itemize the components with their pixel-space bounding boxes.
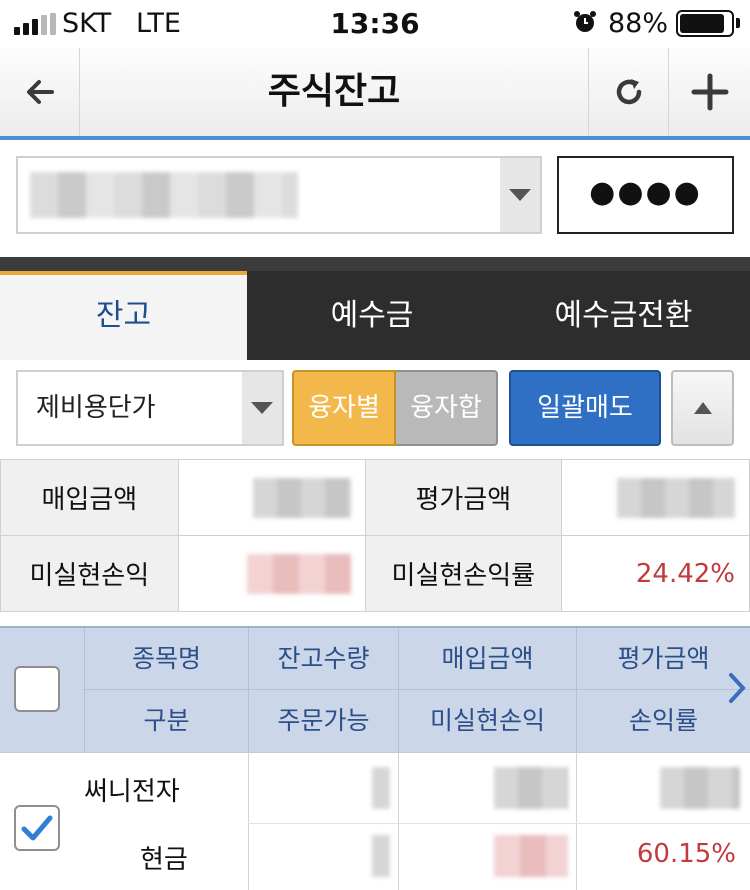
select-all-checkbox[interactable] [14,666,60,712]
tab-bar: 잔고 예수금 예수금전환 [0,257,750,360]
col-purchase-amount[interactable]: 매입금액 [398,628,576,690]
add-button[interactable] [668,48,750,136]
col-stock-name[interactable]: 종목명 [84,628,248,690]
summary-table: 매입금액 평가금액 미실현손익 미실현손익률 24.42% [0,459,750,612]
divider [398,753,399,890]
unrealized-rate-value: 24.42% [561,535,750,612]
tab-deposit-conversion[interactable]: 예수금전환 [497,271,750,360]
purchase-amount-label: 매입금액 [0,459,179,536]
col-eval-amount[interactable]: 평가금액 [576,628,750,690]
unrealized-pl-label: 미실현손익 [0,535,179,612]
back-button[interactable] [0,48,80,136]
divider [248,753,249,890]
collapse-button[interactable] [671,370,734,446]
refresh-icon [616,79,641,105]
chevron-down-icon [251,402,273,414]
masked-eval-amount [660,767,740,809]
row-checkbox[interactable] [14,805,60,851]
col-type[interactable]: 구분 [84,690,248,752]
battery-icon [676,10,734,37]
masked-orderable-qty [372,835,390,877]
sell-all-button[interactable]: 일괄매도 [509,370,661,446]
masked-value [617,477,735,518]
account-number-masked [30,172,298,218]
chevron-down-icon [509,189,531,201]
battery-cap [736,18,740,28]
divider [248,823,750,824]
tab-deposit[interactable]: 예수금 [247,271,497,360]
pl-rate-value: 60.15% [636,839,736,869]
unrealized-rate-label: 미실현손익률 [364,535,563,612]
tab-balance[interactable]: 잔고 [0,271,247,360]
by-loan-toggle[interactable]: 융자별 [292,370,396,446]
loan-sum-toggle[interactable]: 융자합 [396,370,498,446]
masked-value [246,553,351,594]
chevron-right-icon[interactable] [728,672,746,704]
alarm-icon [574,11,596,32]
refresh-button[interactable] [588,48,668,136]
eval-amount-value [561,459,750,536]
col-unrealized-pl[interactable]: 미실현손익 [398,690,576,752]
holdings-grid: 종목명 잔고수량 매입금액 평가금액 구분 주문가능 미실현손익 손익률 써니전… [0,626,750,890]
account-select[interactable] [16,156,542,234]
unrealized-pl-value [177,535,366,612]
triangle-up-icon [693,402,712,414]
battery-percent: 88% [608,8,669,39]
col-orderable[interactable]: 주문가능 [248,690,398,752]
status-bar: SKT LTE 13:36 88% [0,0,750,48]
col-pl-rate[interactable]: 손익률 [576,690,750,752]
table-row[interactable]: 써니전자 현금 60.15% [0,752,750,890]
masked-balance-qty [372,767,390,809]
plus-icon [691,73,728,111]
stock-name: 써니전자 [84,777,180,807]
masked-purchase-amount [494,767,568,809]
divider [576,753,577,890]
price-mode-select[interactable]: 제비용단가 [16,370,284,446]
purchase-amount-value [177,459,366,536]
back-arrow-icon [26,80,54,104]
password-field[interactable]: ●●●● [557,156,734,234]
price-mode-dropdown-button[interactable] [242,372,282,444]
account-dropdown-button[interactable] [500,158,540,232]
eval-amount-label: 평가금액 [364,459,563,536]
stock-type: 현금 [140,845,188,875]
grid-header: 종목명 잔고수량 매입금액 평가금액 구분 주문가능 미실현손익 손익률 [0,626,750,752]
masked-value [252,477,351,518]
col-balance-qty[interactable]: 잔고수량 [248,628,398,690]
page-title: 주식잔고 [267,71,401,112]
checkmark-icon [21,815,53,841]
masked-unrealized-pl [494,835,568,877]
price-mode-value: 제비용단가 [36,393,156,423]
nav-bar: 주식잔고 [0,48,750,140]
